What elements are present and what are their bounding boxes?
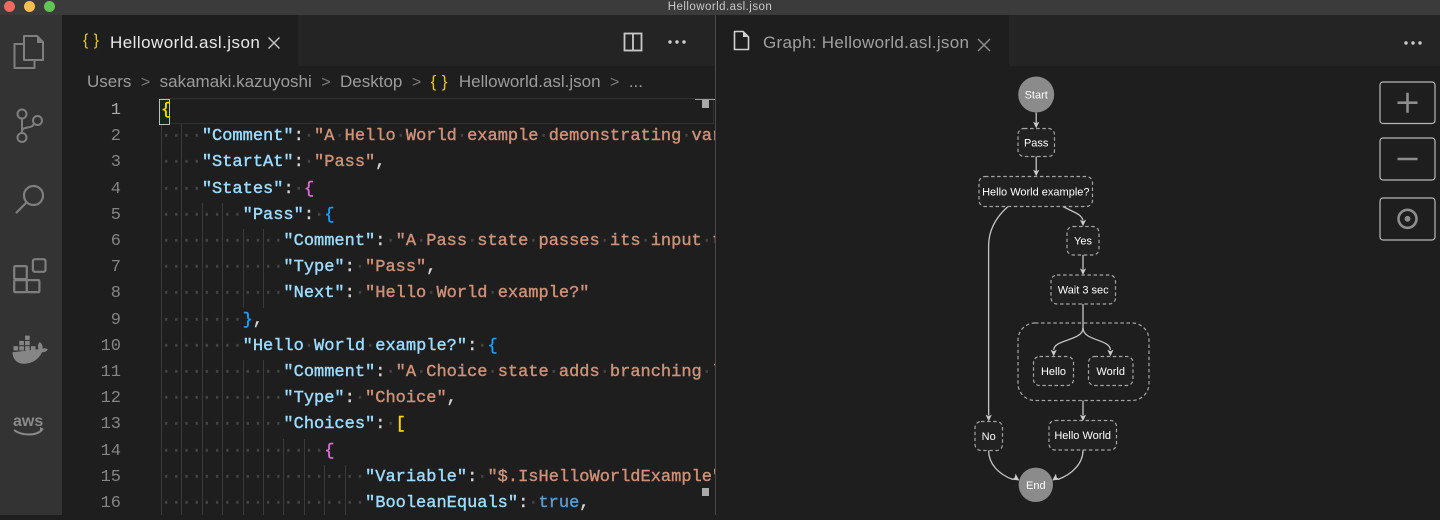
svg-text:Hello World: Hello World bbox=[1054, 430, 1111, 442]
svg-text:World: World bbox=[1096, 366, 1125, 378]
svg-text:Yes: Yes bbox=[1074, 236, 1092, 248]
svg-text:Wait 3 sec: Wait 3 sec bbox=[1058, 285, 1109, 297]
svg-text:End: End bbox=[1026, 480, 1046, 492]
svg-text:Hello: Hello bbox=[1041, 366, 1066, 378]
svg-text:No: No bbox=[982, 431, 996, 443]
svg-text:Pass: Pass bbox=[1024, 138, 1049, 150]
svg-text:aws: aws bbox=[13, 413, 43, 430]
svg-text:Hello World example?: Hello World example? bbox=[982, 187, 1089, 199]
svg-text:Start: Start bbox=[1025, 90, 1048, 102]
